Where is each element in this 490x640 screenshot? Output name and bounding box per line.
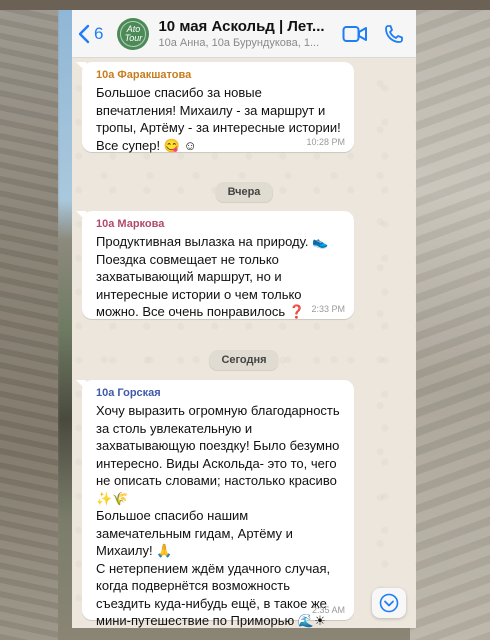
message-time: 10:28 PM (306, 137, 345, 147)
message-bubble[interactable]: 10а Маркова Продуктивная вылазка на прир… (76, 211, 354, 319)
message-text: Продуктивная вылазка на природу. 👟 Поезд… (96, 234, 332, 319)
chat-title: 10 мая Аскольд | Лет... (158, 18, 325, 35)
message-time: 2:33 PM (311, 304, 345, 314)
chat-window: 6 Ato Tour 10 мая Аскольд | Лет... 10а А… (72, 10, 416, 628)
message-bubble[interactable]: 10а Фаракшатова Большое спасибо за новые… (76, 62, 354, 153)
message-time: 2:35 AM (311, 605, 345, 615)
chat-header: 6 Ato Tour 10 мая Аскольд | Лет... 10а А… (72, 10, 416, 58)
chat-participants: 10а Анна, 10а Бурундукова, 1... (158, 37, 320, 49)
video-call-button[interactable] (342, 25, 368, 43)
chevron-left-icon (78, 24, 90, 43)
back-button[interactable]: 6 (78, 24, 103, 44)
scroll-to-bottom-button[interactable] (372, 588, 406, 618)
date-separator-today: Сегодня (209, 350, 279, 370)
unread-count: 6 (94, 23, 104, 43)
chat-title-block[interactable]: 10 мая Аскольд | Лет... 10а Анна, 10а Бу… (158, 18, 330, 49)
phone-icon (385, 24, 404, 43)
chevron-down-circle-icon (379, 593, 399, 613)
group-avatar[interactable]: Ato Tour (117, 17, 150, 50)
message-sender: 10а Горская (96, 387, 161, 399)
background-right-stone (410, 0, 490, 640)
voice-call-button[interactable] (384, 24, 404, 44)
message-text: Хочу выразить огромную благодарность за … (96, 403, 340, 628)
date-separator-yesterday: Вчера (215, 182, 273, 202)
video-camera-icon (342, 25, 368, 42)
background-top-beam (0, 0, 490, 10)
message-sender: 10а Маркова (96, 218, 165, 230)
background-left-stone (0, 0, 58, 640)
message-sender: 10а Фаракшатова (96, 69, 192, 81)
message-bubble[interactable]: 10а Горская Хочу выразить огромную благо… (76, 380, 354, 628)
